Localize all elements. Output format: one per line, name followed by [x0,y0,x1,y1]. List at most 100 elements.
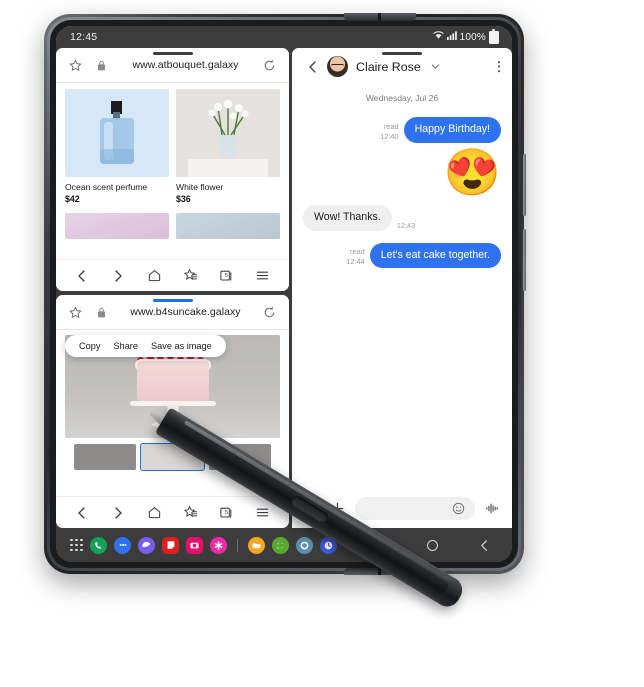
battery-icon [489,28,499,44]
image-context-menu: Copy Share Save as image [65,335,226,357]
volume-button[interactable] [523,154,526,216]
message-bubble[interactable]: Happy Birthday! [403,117,501,143]
context-menu-share[interactable]: Share [113,341,138,351]
back-icon[interactable] [476,537,493,554]
status-indicators: 100% [432,28,499,44]
browser-bottom-url-text[interactable]: www.b4suncake.galaxy [110,306,261,318]
back-icon[interactable] [72,502,93,523]
product-grid: Ocean scent perfume $42 White flower $36 [56,83,289,204]
chevron-down-icon[interactable] [427,58,444,75]
star-icon[interactable] [67,304,84,321]
forward-icon[interactable] [108,502,129,523]
system-navigation [362,537,512,554]
context-menu-copy[interactable]: Copy [79,341,100,351]
swatch-pink[interactable] [65,212,169,239]
thumbnail-selected[interactable] [140,443,205,471]
back-icon[interactable] [72,265,93,286]
photos-app-icon[interactable] [210,536,227,554]
context-menu-save-as-image[interactable]: Save as image [151,341,212,351]
apps-grid-icon[interactable] [70,538,83,552]
wifi-icon [432,31,444,43]
browser-top-url-text[interactable]: www.atbouquet.galaxy [110,59,261,71]
message-bubble[interactable]: Let's eat cake together. [369,242,501,269]
message-row-outgoing: read 12:44 Let's eat cake together. [303,242,501,269]
files-app-icon[interactable] [248,536,265,554]
bookmarks-icon[interactable] [180,502,201,523]
menu-icon[interactable] [252,265,273,286]
foldable-phone-device: 12:45 100% www.atbouquet.galaxy Ocean sc… [44,13,526,575]
message-status-time: read 12:44 [346,247,365,267]
menu-icon[interactable] [252,502,273,523]
notes-app-icon[interactable] [162,536,179,554]
internet-app-icon[interactable] [138,536,155,554]
tabs-icon[interactable]: 5 [216,502,237,523]
thumbnail[interactable] [74,444,137,470]
calculator-app-icon[interactable]: + − × ÷ [272,536,289,554]
signal-icon [446,31,457,43]
back-icon[interactable] [304,58,321,75]
message-input[interactable] [355,496,475,520]
browser-bottom-urlbar[interactable]: www.b4suncake.galaxy [56,295,289,329]
browser-top-urlbar[interactable]: www.atbouquet.galaxy [56,48,289,82]
tabs-icon[interactable]: 5 [216,265,237,286]
recents-icon[interactable] [381,540,389,550]
message-row-incoming: Wow! Thanks. 12:43 [303,204,501,231]
status-bar: 12:45 100% [56,26,512,48]
lock-icon [93,57,110,74]
product-card[interactable]: Ocean scent perfume $42 [65,89,169,204]
read-status: read [383,121,399,131]
emoji-icon[interactable] [450,500,467,517]
forward-icon[interactable] [108,265,129,286]
home-icon[interactable] [144,502,165,523]
more-options-icon[interactable] [497,59,500,75]
thumbnail[interactable] [208,444,271,470]
taskbar-apps: + − × ÷ [56,536,337,554]
bookmarks-icon[interactable] [180,265,201,286]
home-icon[interactable] [426,539,438,551]
battery-percent-label: 100% [459,31,486,43]
browser-window-bottom: www.b4suncake.galaxy Copy Share Save as … [56,295,289,528]
tabs-count-label: 5 [224,273,229,280]
phone-app-icon[interactable] [90,536,107,554]
product-card[interactable]: White flower $36 [176,89,280,204]
avatar[interactable] [327,56,348,77]
image-icon[interactable] [303,500,320,517]
flower-product-image[interactable] [176,89,280,177]
camera-app-icon[interactable] [186,536,203,554]
swatch-blue[interactable] [176,212,280,239]
window-drag-handle[interactable] [382,52,422,56]
emoji-message[interactable]: 😍 [444,149,501,195]
product-price: $42 [65,193,80,204]
reload-icon[interactable] [261,304,278,321]
message-bubble[interactable]: Wow! Thanks. [303,204,392,231]
voice-icon[interactable] [484,500,501,517]
svg-text:×: × [277,545,280,550]
home-icon[interactable] [144,265,165,286]
product-name: Ocean scent perfume [65,182,148,192]
settings-app-icon[interactable] [296,536,313,554]
svg-text:÷: ÷ [281,545,284,550]
star-icon[interactable] [67,57,84,74]
hinge-top-detail [344,13,416,21]
s-pen-end-cap [437,577,467,612]
reload-icon[interactable] [261,57,278,74]
date-separator: Wednesday, Jul 26 [365,93,439,103]
multi-window-stage: www.atbouquet.galaxy Ocean scent perfume… [56,48,512,562]
message-thread[interactable]: Wednesday, Jul 26 read 12:40 Happy Birth… [292,85,512,488]
browser-bottom-bottom-nav: 5 [56,496,289,528]
contact-name[interactable]: Claire Rose [356,60,421,74]
image-thumbnail-strip [65,438,280,471]
clock-app-icon[interactable] [320,536,337,554]
add-icon[interactable] [329,500,346,517]
power-button[interactable] [523,229,526,291]
device-screen: 12:45 100% www.atbouquet.galaxy Ocean sc… [56,26,512,562]
window-drag-handle-active[interactable] [152,299,193,303]
messages-app-icon[interactable] [114,536,131,554]
window-drag-handle[interactable] [152,52,193,56]
product-name: White flower [176,182,224,192]
perfume-product-image[interactable] [65,89,169,177]
messages-header: Claire Rose [292,48,512,85]
browser-top-bottom-nav: 5 [56,259,289,291]
lock-icon [93,304,110,321]
message-status-time: read 12:40 [380,122,399,142]
